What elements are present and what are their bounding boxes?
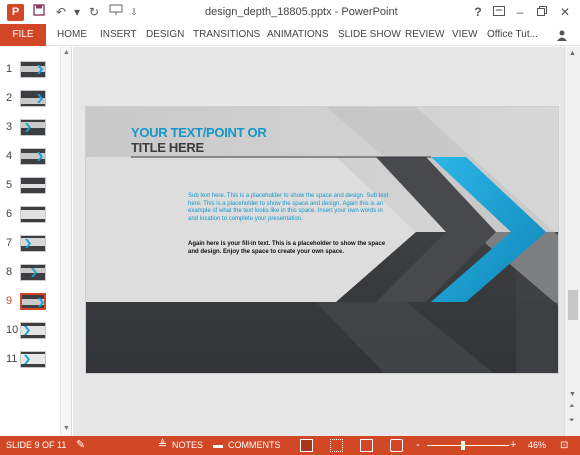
comments-icon[interactable]: ▬ [213,436,223,455]
close-icon[interactable]: ✕ [556,3,574,21]
thumbnail-number: 3 [6,121,13,133]
thumbnail-4[interactable]: 4 [0,147,58,167]
slide-thumbnail-image[interactable] [20,177,46,194]
zoom-out-button[interactable]: - [416,436,420,455]
thumbnail-10[interactable]: 10 [0,321,58,341]
help-icon[interactable]: ? [469,3,487,21]
scroll-down-arrow-icon[interactable]: ▼ [569,391,576,398]
thumbnail-number: 10 [6,324,19,336]
slide-thumbnail-image[interactable] [20,351,46,368]
tab-design[interactable]: DESIGN [146,24,184,46]
notes-icon[interactable]: ≜ [158,436,167,455]
status-bar: SLIDE 9 OF 11 ✎ ≜ NOTES ▬ COMMENTS - + 4… [0,436,580,455]
redo-icon[interactable]: ↻ [86,4,102,20]
notes-button[interactable]: NOTES [172,436,203,455]
tab-view[interactable]: VIEW [452,24,478,46]
thumbnail-8[interactable]: 8 [0,263,58,283]
title-bar: P ↶ ▾ ↻ ⇩ design_depth_18805.pptx - Powe… [0,0,580,24]
tab-slide-show[interactable]: SLIDE SHOW [338,24,401,46]
tab-file[interactable]: FILE [0,24,46,46]
slide-thumbnail-pane: 1 2 3 4 5 6 7 8 9 10 11 ▲ ▼ [0,47,72,436]
thumbnail-9[interactable]: 9 [0,292,58,312]
slide-title-line-2[interactable]: TITLE HERE [131,140,204,155]
thumbnail-number: 2 [6,92,13,104]
thumbnail-number: 8 [6,266,13,278]
previous-slide-icon[interactable]: ⏶ [569,403,575,411]
thumbnail-number: 9 [6,295,13,307]
account-avatar-icon[interactable] [556,29,568,41]
powerpoint-logo-icon: P [7,4,24,21]
thumbnail-number: 4 [6,150,13,162]
customize-toolbar-icon[interactable]: ⇩ [126,4,142,20]
scroll-up-arrow-icon[interactable]: ▲ [63,49,70,56]
slide-subtext-black[interactable]: Again here is your fill-in text. This is… [188,241,388,256]
slide-thumbnail-image-selected[interactable] [20,293,46,310]
minimize-icon[interactable]: – [511,3,529,21]
slide-thumbnail-image[interactable] [20,322,46,339]
next-slide-icon[interactable]: ⏷ [569,417,575,425]
zoom-level[interactable]: 46% [528,436,546,455]
undo-dropdown-icon[interactable]: ▾ [69,4,85,20]
current-slide[interactable]: YOUR TEXT/POINT OR TITLE HERE Sub text h… [85,106,559,374]
scroll-down-arrow-icon[interactable]: ▼ [63,425,70,432]
spelling-icon[interactable]: ✎ [76,436,85,455]
thumbnail-scrollbar[interactable]: ▲ ▼ [60,47,71,436]
thumbnail-number: 1 [6,63,13,75]
slide-thumbnail-image[interactable] [20,206,46,223]
save-icon[interactable] [31,4,47,20]
thumbnail-2[interactable]: 2 [0,89,58,109]
slide-sorter-icon[interactable] [330,439,343,452]
thumbnail-number: 11 [6,353,18,365]
ribbon-tabs: FILE HOME INSERT DESIGN TRANSITIONS ANIM… [0,24,580,46]
zoom-slider-handle[interactable] [461,441,465,450]
thumbnail-number: 5 [6,179,13,191]
restore-icon[interactable] [533,3,551,21]
thumbnail-3[interactable]: 3 [0,118,58,138]
window-title: design_depth_18805.pptx - PowerPoint [205,6,398,18]
account-name[interactable]: Office Tut... [487,24,538,46]
tab-insert[interactable]: INSERT [100,24,137,46]
tab-animations[interactable]: ANIMATIONS [267,24,328,46]
reading-view-icon[interactable] [360,439,373,452]
slideshow-icon[interactable] [108,4,124,20]
zoom-in-button[interactable]: + [510,436,516,455]
slide-title-line-1[interactable]: YOUR TEXT/POINT OR [131,125,267,140]
scroll-up-arrow-icon[interactable]: ▲ [569,50,576,57]
thumbnail-7[interactable]: 7 [0,234,58,254]
fit-to-window-icon[interactable]: ⊡ [560,436,568,455]
slide-thumbnail-image[interactable] [20,264,46,281]
undo-icon[interactable]: ↶ [53,4,69,20]
thumbnail-number: 7 [6,237,13,249]
tab-review[interactable]: REVIEW [405,24,444,46]
slide-subtext-blue[interactable]: Sub text here. This is a placeholder to … [188,193,393,223]
thumbnail-11[interactable]: 11 [0,350,58,370]
slide-thumbnail-image[interactable] [20,148,46,165]
zoom-slider[interactable] [427,445,509,446]
scrollbar-thumb[interactable] [568,290,578,320]
slide-counter: SLIDE 9 OF 11 [6,440,67,450]
slide-thumbnail-image[interactable] [20,61,46,78]
normal-view-icon[interactable] [300,439,313,452]
slide-show-view-icon[interactable] [390,439,403,452]
tab-home[interactable]: HOME [57,24,87,46]
thumbnail-number: 6 [6,208,13,220]
comments-button[interactable]: COMMENTS [228,436,281,455]
ribbon-display-icon[interactable] [490,3,508,21]
tab-transitions[interactable]: TRANSITIONS [193,24,260,46]
slide-thumbnail-image[interactable] [20,119,46,136]
thumbnail-5[interactable]: 5 [0,176,58,196]
editor-scrollbar[interactable]: ▲ ▼ ⏶ ⏷ [564,47,580,436]
thumbnail-1[interactable]: 1 [0,60,58,80]
slide-thumbnail-image[interactable] [20,235,46,252]
thumbnail-6[interactable]: 6 [0,205,58,225]
slide-thumbnail-image[interactable] [20,90,46,107]
